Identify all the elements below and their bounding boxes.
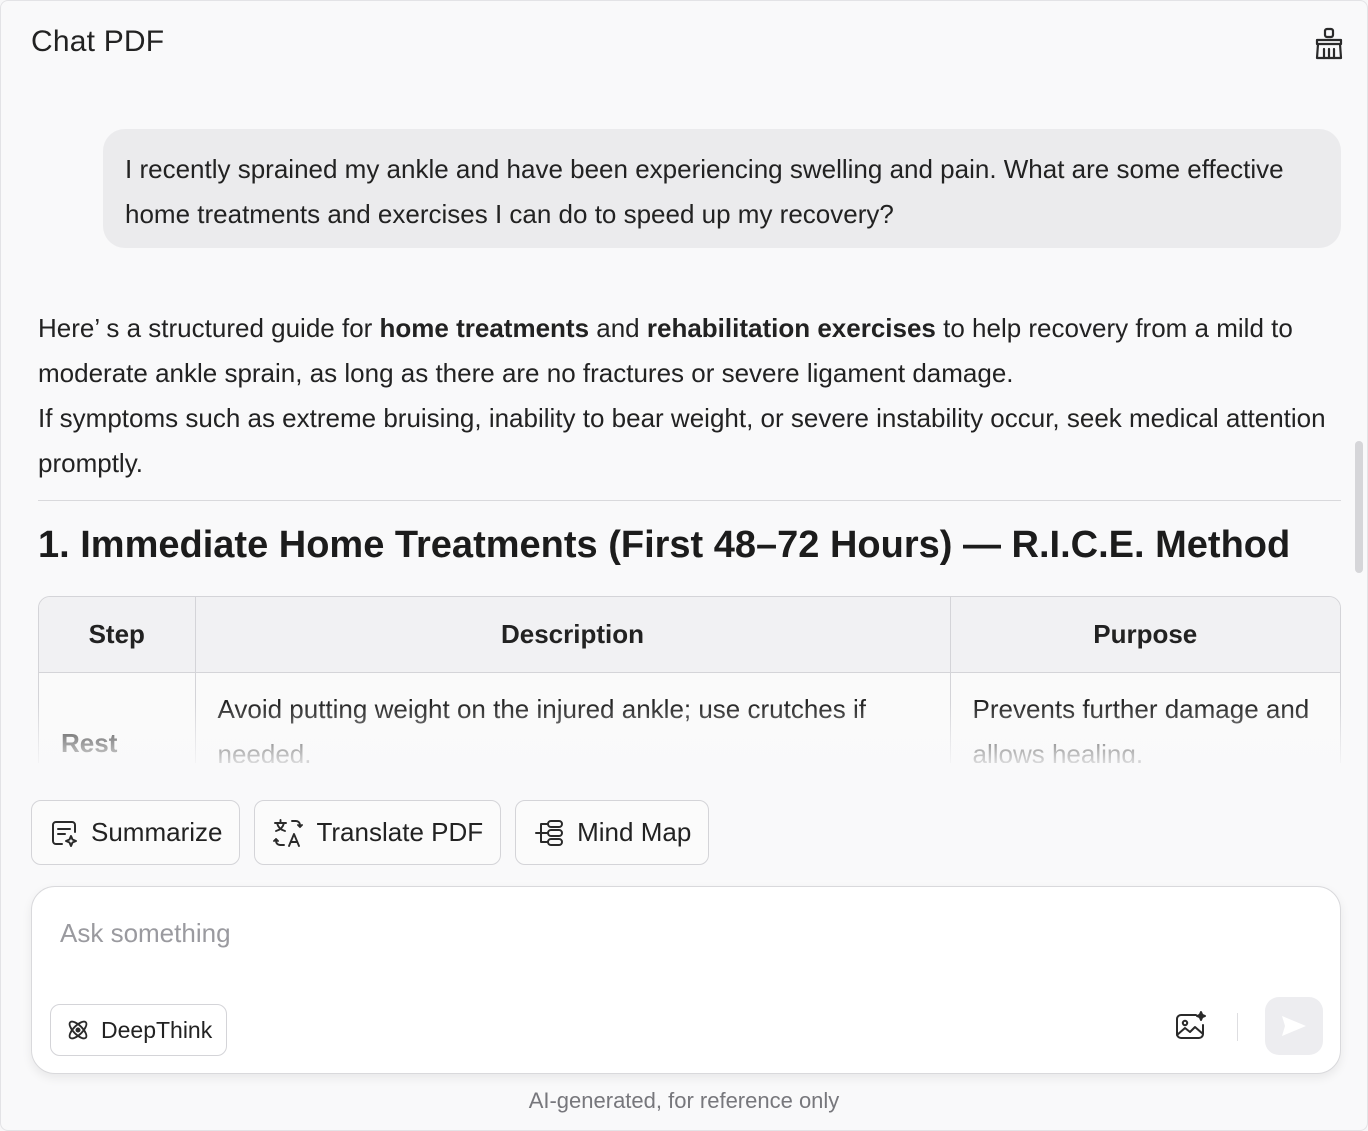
table-header-row: Step Description Purpose	[39, 597, 1340, 673]
summarize-label: Summarize	[91, 817, 223, 847]
answer-intro-bold-1: home treatments	[379, 313, 590, 343]
table-cell-description: Avoid putting weight on the injured ankl…	[194, 672, 950, 763]
clear-chat-button[interactable]	[1311, 25, 1347, 63]
table-header-step: Step	[39, 597, 195, 673]
answer-intro: Here’ s a structured guide for home trea…	[38, 306, 1338, 396]
send-icon	[1282, 1016, 1306, 1036]
rice-table: Step Description Purpose Rest Avoid putt…	[38, 596, 1341, 763]
atom-icon	[68, 1020, 88, 1040]
answer-intro-text-2: and	[589, 313, 647, 343]
user-message-bubble: I recently sprained my ankle and have be…	[103, 129, 1341, 248]
image-upload-button[interactable]	[1172, 1007, 1210, 1045]
mind-map-icon	[535, 819, 564, 846]
translate-pdf-label: Translate PDF	[316, 817, 484, 847]
broom-icon	[1315, 27, 1343, 60]
quick-actions: Summarize Translate PDF Mind Map	[31, 800, 710, 865]
deepthink-toggle[interactable]: DeepThink	[50, 1004, 228, 1056]
answer-intro-bold-2: rehabilitation exercises	[646, 313, 936, 343]
image-sparkle-icon	[1176, 1011, 1206, 1039]
section-heading: 1. Immediate Home Treatments (First 48–7…	[38, 524, 1291, 566]
send-button[interactable]	[1265, 997, 1323, 1055]
table-row: Rest Avoid putting weight on the injured…	[39, 672, 1340, 763]
answer-intro-text-1: Here’ s a structured guide for	[38, 313, 380, 343]
chat-pdf-window: Chat PDF I recently sprained my ankle an…	[0, 0, 1368, 1131]
summarize-icon	[52, 820, 77, 847]
summarize-button[interactable]: Summarize	[31, 800, 241, 865]
table-header-purpose: Purpose	[949, 597, 1340, 673]
translate-pdf-button[interactable]: Translate PDF	[254, 800, 502, 865]
composer-separator	[1237, 1013, 1238, 1041]
scrollbar-thumb[interactable]	[1355, 441, 1363, 573]
mind-map-button[interactable]: Mind Map	[515, 800, 710, 865]
ai-disclaimer: AI-generated, for reference only	[528, 1088, 840, 1113]
table-cell-purpose: Prevents further damage and allows heali…	[949, 672, 1340, 763]
header: Chat PDF	[1, 1, 1367, 91]
message-composer: DeepThink	[31, 886, 1341, 1074]
deepthink-label: DeepThink	[101, 1016, 213, 1043]
ask-input[interactable]	[60, 911, 1310, 955]
app-title: Chat PDF	[31, 25, 165, 58]
mind-map-label: Mind Map	[577, 817, 692, 847]
table-header-description: Description	[194, 597, 950, 673]
divider	[38, 500, 1341, 501]
assistant-answer: Here’ s a structured guide for home trea…	[38, 306, 1338, 486]
table-cell-step: Rest	[61, 728, 118, 758]
answer-warning: If symptoms such as extreme bruising, in…	[38, 403, 1326, 478]
translate-icon	[273, 818, 304, 847]
conversation-scroll-area[interactable]: I recently sprained my ankle and have be…	[1, 91, 1367, 763]
